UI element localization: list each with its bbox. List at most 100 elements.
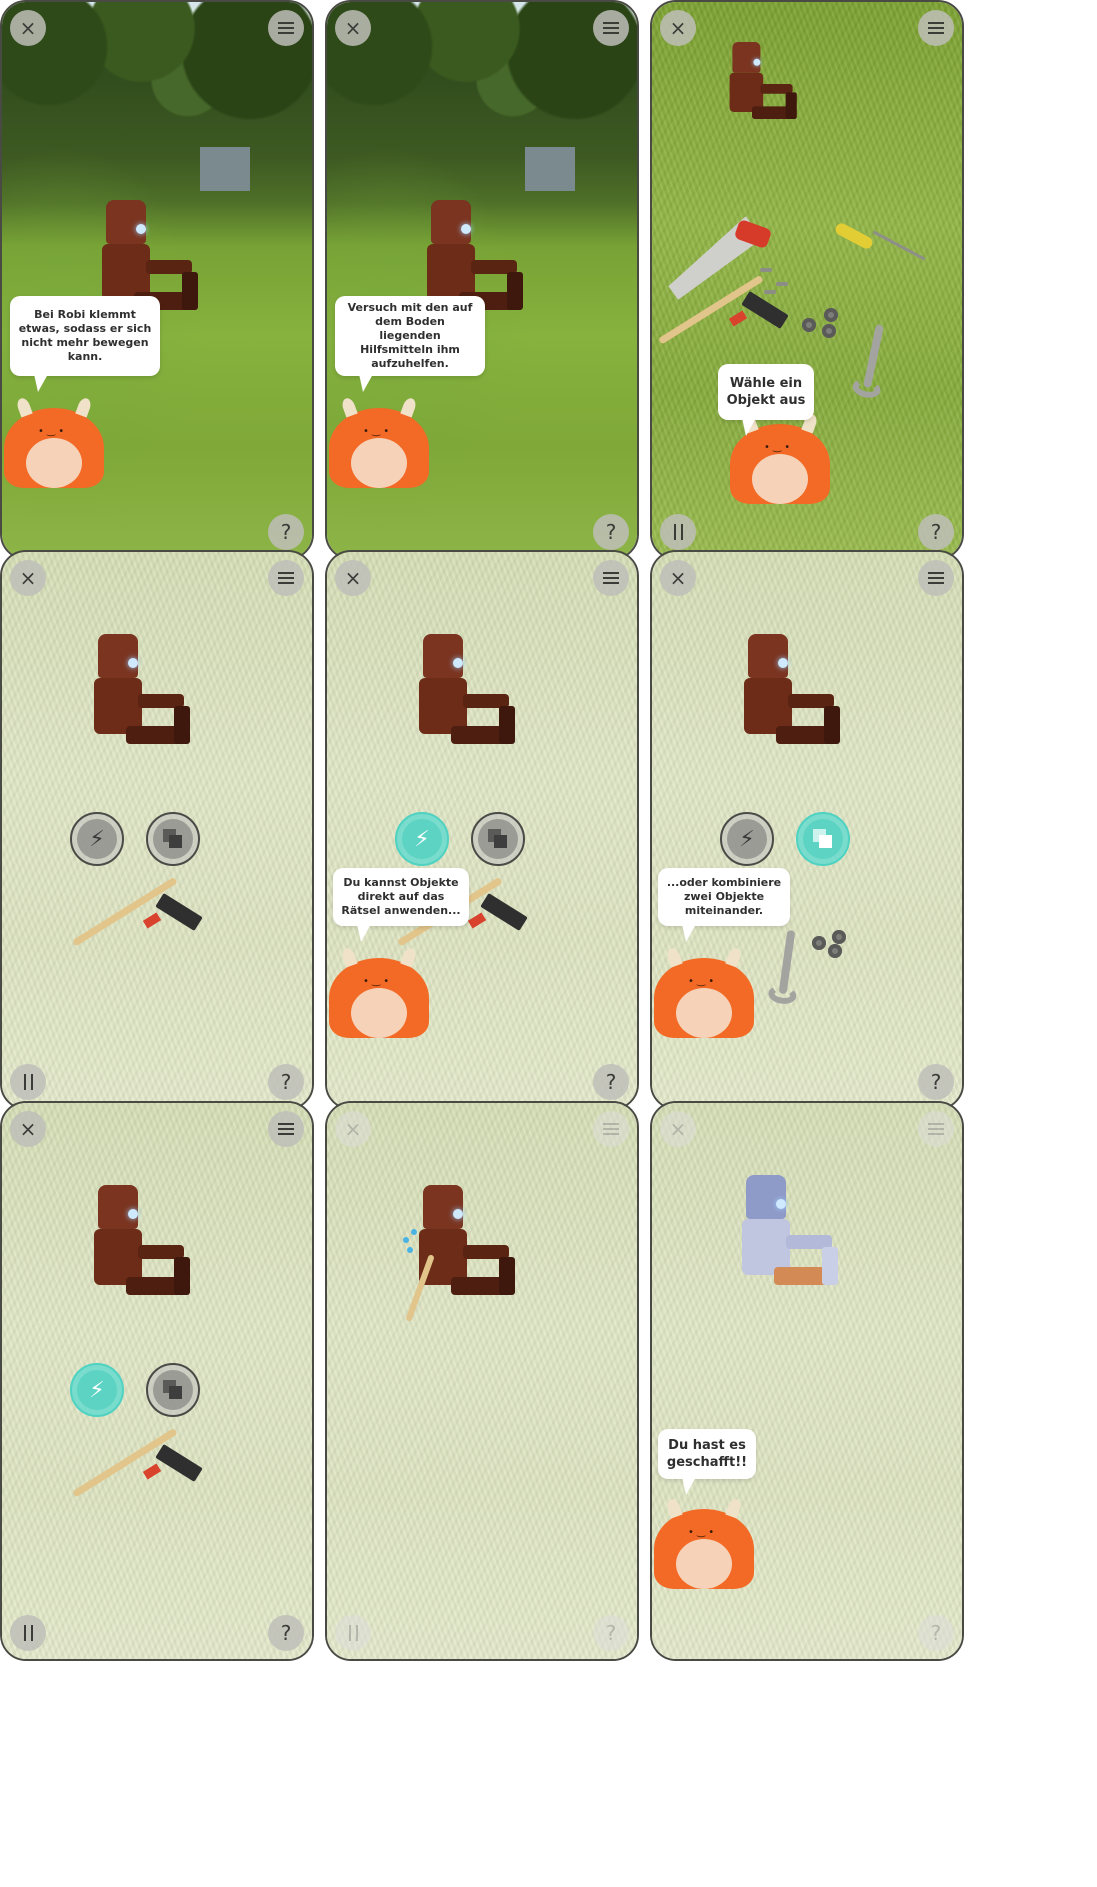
screw-object[interactable]	[760, 268, 772, 272]
guide-monster: • ‿ •	[654, 1497, 754, 1589]
impact-sparkle	[411, 1229, 417, 1235]
menu-button[interactable]	[268, 560, 304, 596]
robot-robi[interactable]	[736, 634, 846, 764]
bolt-icon: ⚡	[402, 819, 442, 859]
menu-icon	[278, 22, 294, 34]
trees	[327, 2, 637, 225]
close-icon: ×	[669, 566, 687, 590]
nut-object[interactable]	[812, 936, 826, 950]
bolt-icon: ⚡	[77, 1370, 117, 1410]
close-icon: ×	[669, 1117, 687, 1141]
help-button[interactable]: ?	[593, 1064, 629, 1100]
robot-robi[interactable]	[86, 634, 196, 764]
pause-button[interactable]	[660, 514, 696, 550]
screwdriver-object[interactable]	[833, 221, 930, 264]
menu-button[interactable]	[268, 1111, 304, 1147]
screen-4-actions: × ⚡ ?	[0, 550, 314, 1110]
help-button: ?	[593, 1615, 629, 1651]
close-button[interactable]: ×	[660, 560, 696, 596]
guide-monster: • ‿ •	[654, 946, 754, 1038]
apply-action-button[interactable]: ⚡	[720, 812, 774, 866]
help-icon: ?	[930, 1070, 942, 1094]
pause-icon	[23, 1625, 33, 1641]
hammer-object[interactable]	[72, 876, 204, 984]
menu-icon	[928, 1123, 944, 1135]
robot-robi[interactable]	[411, 634, 521, 764]
impact-sparkle	[407, 1247, 413, 1253]
close-button[interactable]: ×	[335, 560, 371, 596]
combine-action-button[interactable]	[146, 812, 200, 866]
combine-action-button[interactable]	[796, 812, 850, 866]
robot-robi[interactable]	[724, 42, 801, 133]
hammer-object[interactable]	[72, 1427, 204, 1535]
pause-button[interactable]	[10, 1615, 46, 1651]
menu-button[interactable]	[918, 560, 954, 596]
pause-icon	[673, 524, 683, 540]
nut-object[interactable]	[828, 944, 842, 958]
close-button[interactable]: ×	[335, 10, 371, 46]
combine-action-button[interactable]	[146, 1363, 200, 1417]
menu-button[interactable]	[593, 10, 629, 46]
apply-action-button[interactable]: ⚡	[395, 812, 449, 866]
pause-button	[335, 1615, 371, 1651]
help-button: ?	[918, 1615, 954, 1651]
menu-button[interactable]	[268, 10, 304, 46]
screen-9-success: × Du hast es geschafft!! • ‿ • ?	[650, 1101, 964, 1661]
screen-8-hammer-applied: × ?	[325, 1101, 639, 1661]
close-icon: ×	[669, 16, 687, 40]
help-button[interactable]: ?	[268, 1064, 304, 1100]
menu-icon	[928, 572, 944, 584]
menu-button	[918, 1111, 954, 1147]
menu-icon	[603, 1123, 619, 1135]
combine-icon	[163, 829, 183, 849]
speech-bubble: Versuch mit den auf dem Boden liegenden …	[335, 296, 485, 392]
help-button[interactable]: ?	[268, 1615, 304, 1651]
combine-icon	[813, 829, 833, 849]
robot-robi-repaired	[734, 1175, 844, 1305]
combine-action-button[interactable]	[471, 812, 525, 866]
menu-button[interactable]	[918, 10, 954, 46]
pause-icon	[23, 1074, 33, 1090]
screw-object[interactable]	[764, 290, 776, 294]
robot-robi[interactable]	[86, 1185, 196, 1315]
help-icon: ?	[280, 520, 292, 544]
close-button[interactable]: ×	[10, 10, 46, 46]
help-icon: ?	[605, 520, 617, 544]
help-icon: ?	[930, 1621, 942, 1645]
help-button[interactable]: ?	[918, 514, 954, 550]
help-icon: ?	[280, 1621, 292, 1645]
close-button[interactable]: ×	[10, 560, 46, 596]
close-button[interactable]: ×	[660, 10, 696, 46]
guide-monster: • ‿ •	[329, 396, 429, 488]
help-button[interactable]: ?	[268, 514, 304, 550]
house	[525, 146, 575, 192]
house	[200, 146, 250, 192]
screw-object[interactable]	[776, 282, 788, 286]
screen-5-apply-hint: × ⚡ Du kannst Objekte direkt auf das Rät…	[325, 550, 639, 1110]
robot-robi	[411, 1185, 521, 1315]
help-icon: ?	[280, 1070, 292, 1094]
nut-object[interactable]	[802, 318, 816, 332]
combine-icon	[163, 1380, 183, 1400]
screen-6-combine-hint: × ⚡ ...oder kombiniere zwei Objekte mite…	[650, 550, 964, 1110]
nut-object[interactable]	[832, 930, 846, 944]
close-icon: ×	[344, 566, 362, 590]
guide-monster: • ‿ •	[329, 946, 429, 1038]
nut-object[interactable]	[824, 308, 838, 322]
apply-action-button[interactable]: ⚡	[70, 812, 124, 866]
help-button[interactable]: ?	[593, 514, 629, 550]
apply-action-button[interactable]: ⚡	[70, 1363, 124, 1417]
help-button[interactable]: ?	[918, 1064, 954, 1100]
help-icon: ?	[930, 520, 942, 544]
close-button: ×	[660, 1111, 696, 1147]
close-button[interactable]: ×	[10, 1111, 46, 1147]
speech-bubble: Wähle ein Objekt aus	[718, 364, 814, 436]
menu-button	[593, 1111, 629, 1147]
pause-icon	[348, 1625, 358, 1641]
menu-button[interactable]	[593, 560, 629, 596]
menu-icon	[278, 572, 294, 584]
screen-2-hint: × Versuch mit den auf dem Boden liegende…	[325, 0, 639, 560]
nut-object[interactable]	[822, 324, 836, 338]
pause-button[interactable]	[10, 1064, 46, 1100]
speech-bubble: Bei Robi klemmt etwas, sodass er sich ni…	[10, 296, 160, 392]
